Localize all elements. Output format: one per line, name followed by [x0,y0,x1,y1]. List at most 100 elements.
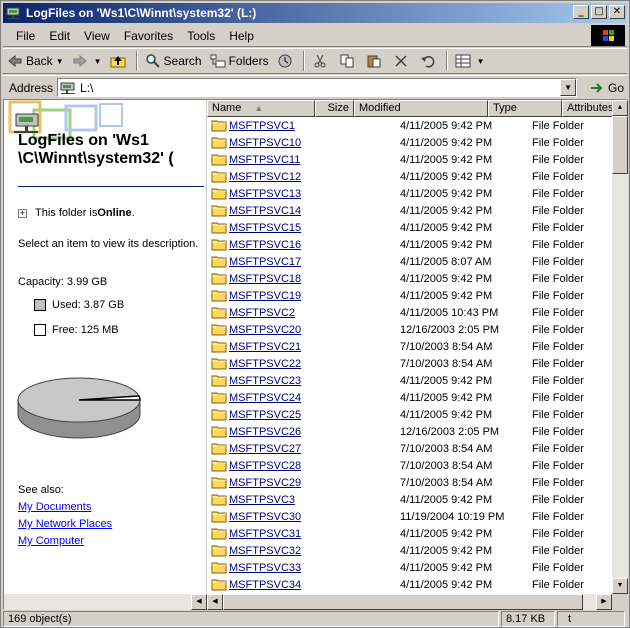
scroll-left-icon[interactable]: ◀ [207,594,223,610]
file-name-cell[interactable]: MSFTPSVC14 [207,204,356,217]
file-name-cell[interactable]: MSFTPSVC2 [207,306,356,319]
file-row[interactable]: MSFTPSVC19 4/11/2005 9:42 PM File Folder [207,287,612,304]
back-button[interactable]: Back ▼ [3,50,68,72]
file-row[interactable]: MSFTPSVC24 4/11/2005 9:42 PM File Folder [207,389,612,406]
file-name-cell[interactable]: MSFTPSVC25 [207,408,356,421]
left-pane-scroll-left-icon[interactable]: ◀ [191,594,207,610]
file-row[interactable]: MSFTPSVC13 4/11/2005 9:42 PM File Folder [207,185,612,202]
file-name[interactable]: MSFTPSVC25 [229,409,301,421]
address-input[interactable]: L:\ ▼ [57,78,578,97]
horizontal-scroll-thumb[interactable] [223,594,583,610]
file-row[interactable]: MSFTPSVC12 4/11/2005 9:42 PM File Folder [207,168,612,185]
cut-button[interactable] [308,50,335,72]
link-my-network-places[interactable]: My Network Places [18,518,112,530]
file-name[interactable]: MSFTPSVC16 [229,239,301,251]
column-header-type[interactable]: Type [488,100,562,117]
file-name[interactable]: MSFTPSVC13 [229,188,301,200]
file-row[interactable]: MSFTPSVC21 7/10/2003 8:54 AM File Folder [207,338,612,355]
file-name-cell[interactable]: MSFTPSVC24 [207,391,356,404]
file-name-cell[interactable]: MSFTPSVC33 [207,561,356,574]
file-name[interactable]: MSFTPSVC24 [229,392,301,404]
views-button[interactable]: ▼ [451,50,489,72]
column-header-attributes[interactable]: Attributes [562,100,612,117]
file-name-cell[interactable]: MSFTPSVC23 [207,374,356,387]
file-name-cell[interactable]: MSFTPSVC21 [207,340,356,353]
left-pane-horizontal-scrollbar[interactable]: ◀ [4,594,207,610]
file-row[interactable]: MSFTPSVC14 4/11/2005 9:42 PM File Folder [207,202,612,219]
delete-button[interactable] [389,50,416,72]
file-name[interactable]: MSFTPSVC21 [229,341,301,353]
scroll-up-icon[interactable]: ▲ [612,100,628,116]
forward-button[interactable]: ▼ [68,50,106,72]
file-name-cell[interactable]: MSFTPSVC3 [207,493,356,506]
column-header-modified[interactable]: Modified [354,100,488,117]
file-name[interactable]: MSFTPSVC28 [229,460,301,472]
file-row[interactable]: MSFTPSVC1 4/11/2005 9:42 PM File Folder [207,117,612,134]
file-row[interactable]: MSFTPSVC32 4/11/2005 9:42 PM File Folder [207,542,612,559]
file-name[interactable]: MSFTPSVC12 [229,171,301,183]
link-my-computer[interactable]: My Computer [18,535,84,547]
file-name[interactable]: MSFTPSVC23 [229,375,301,387]
file-name-cell[interactable]: MSFTPSVC34 [207,578,356,591]
file-name[interactable]: MSFTPSVC31 [229,528,301,540]
file-name[interactable]: MSFTPSVC29 [229,477,301,489]
go-button[interactable]: Go [589,80,624,96]
file-name-cell[interactable]: MSFTPSVC27 [207,442,356,455]
file-row[interactable]: MSFTPSVC16 4/11/2005 9:42 PM File Folder [207,236,612,253]
file-row[interactable]: MSFTPSVC29 7/10/2003 8:54 AM File Folder [207,474,612,491]
file-row[interactable]: MSFTPSVC2 4/11/2005 10:43 PM File Folder [207,304,612,321]
file-name-cell[interactable]: MSFTPSVC29 [207,476,356,489]
title-bar[interactable]: LogFiles on 'Ws1\C\Winnt\system32' (L:) … [3,3,627,23]
menu-favorites[interactable]: Favorites [117,29,180,43]
file-name-cell[interactable]: MSFTPSVC30 [207,510,356,523]
file-row[interactable]: MSFTPSVC27 7/10/2003 8:54 AM File Folder [207,440,612,457]
undo-button[interactable] [416,50,443,72]
file-row[interactable]: MSFTPSVC18 4/11/2005 9:42 PM File Folder [207,270,612,287]
menu-help[interactable]: Help [222,29,261,43]
vertical-scroll-thumb[interactable] [612,116,628,174]
file-row[interactable]: MSFTPSVC10 4/11/2005 9:42 PM File Folder [207,134,612,151]
file-name-cell[interactable]: MSFTPSVC10 [207,136,356,149]
file-row[interactable]: MSFTPSVC25 4/11/2005 9:42 PM File Folder [207,406,612,423]
file-row[interactable]: MSFTPSVC11 4/11/2005 9:42 PM File Folder [207,151,612,168]
menu-view[interactable]: View [77,29,117,43]
file-name[interactable]: MSFTPSVC30 [229,511,301,523]
file-name-cell[interactable]: MSFTPSVC31 [207,527,356,540]
close-button[interactable]: ✕ [609,5,625,19]
forward-dropdown-icon[interactable]: ▼ [94,57,102,66]
minimize-button[interactable]: _ [573,5,589,19]
file-name-cell[interactable]: MSFTPSVC18 [207,272,356,285]
file-name[interactable]: MSFTPSVC33 [229,562,301,574]
file-name[interactable]: MSFTPSVC19 [229,290,301,302]
file-name-cell[interactable]: MSFTPSVC1 [207,119,356,132]
column-header-size[interactable]: Size [315,100,354,117]
file-name[interactable]: MSFTPSVC20 [229,324,301,336]
file-row[interactable]: MSFTPSVC17 4/11/2005 8:07 AM File Folder [207,253,612,270]
file-row[interactable]: MSFTPSVC20 12/16/2003 2:05 PM File Folder [207,321,612,338]
file-name-cell[interactable]: MSFTPSVC12 [207,170,356,183]
file-name[interactable]: MSFTPSVC34 [229,579,301,591]
file-row[interactable]: MSFTPSVC30 11/19/2004 10:19 PM File Folder [207,508,612,525]
file-name[interactable]: MSFTPSVC27 [229,443,301,455]
file-row[interactable]: MSFTPSVC31 4/11/2005 9:42 PM File Folder [207,525,612,542]
menu-file[interactable]: File [9,29,42,43]
horizontal-scrollbar[interactable]: ◀ ▶ [207,594,612,610]
history-button[interactable] [273,50,300,72]
file-name[interactable]: MSFTPSVC26 [229,426,301,438]
file-name[interactable]: MSFTPSVC1 [229,120,295,132]
column-header-name[interactable]: Name ▲ [207,100,315,117]
file-row[interactable]: MSFTPSVC26 12/16/2003 2:05 PM File Folder [207,423,612,440]
menu-edit[interactable]: Edit [42,29,77,43]
folders-button[interactable]: Folders [206,50,273,72]
file-name-cell[interactable]: MSFTPSVC16 [207,238,356,251]
file-name-cell[interactable]: MSFTPSVC17 [207,255,356,268]
file-name[interactable]: MSFTPSVC11 [229,154,300,166]
file-name[interactable]: MSFTPSVC10 [229,137,301,149]
up-button[interactable] [106,50,133,72]
file-name-cell[interactable]: MSFTPSVC26 [207,425,356,438]
back-dropdown-icon[interactable]: ▼ [56,57,64,66]
maximize-button[interactable]: □ [591,5,607,19]
file-name-cell[interactable]: MSFTPSVC19 [207,289,356,302]
file-name-cell[interactable]: MSFTPSVC15 [207,221,356,234]
file-name[interactable]: MSFTPSVC22 [229,358,301,370]
